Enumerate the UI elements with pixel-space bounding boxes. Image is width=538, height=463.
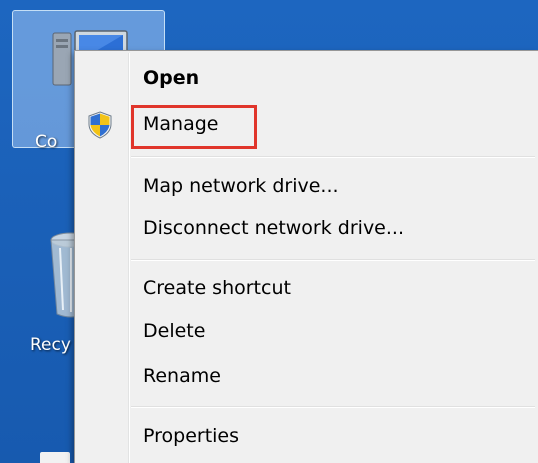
uac-shield-icon (88, 111, 112, 139)
menu-item-properties[interactable]: Properties (77, 417, 535, 455)
menu-item-label: Delete (143, 320, 206, 342)
menu-item-map-network-drive[interactable]: Map network drive... (77, 167, 535, 205)
menu-separator (131, 259, 535, 261)
computer-icon-label: Co (35, 132, 58, 152)
recycle-bin-label: Recy (30, 335, 71, 355)
menu-item-label: Disconnect network drive... (143, 217, 404, 239)
menu-item-label: Properties (143, 425, 240, 447)
menu-separator (131, 406, 535, 408)
menu-item-delete[interactable]: Delete (77, 312, 535, 350)
menu-item-disconnect-network-drive[interactable]: Disconnect network drive... (77, 209, 535, 247)
menu-item-create-shortcut[interactable]: Create shortcut (77, 269, 535, 307)
menu-item-manage[interactable]: Manage (77, 105, 535, 143)
menu-item-label: Manage (143, 113, 219, 135)
menu-item-rename[interactable]: Rename (77, 357, 535, 395)
menu-item-label: Create shortcut (143, 277, 291, 299)
menu-item-open[interactable]: Open (77, 59, 535, 97)
partial-desktop-icon (40, 452, 70, 463)
menu-item-label: Rename (143, 365, 221, 387)
menu-item-label: Open (143, 67, 200, 89)
context-menu: Open Manage Map network drive... Disconn… (74, 50, 538, 463)
menu-item-label: Map network drive... (143, 175, 339, 197)
menu-separator (131, 156, 535, 158)
